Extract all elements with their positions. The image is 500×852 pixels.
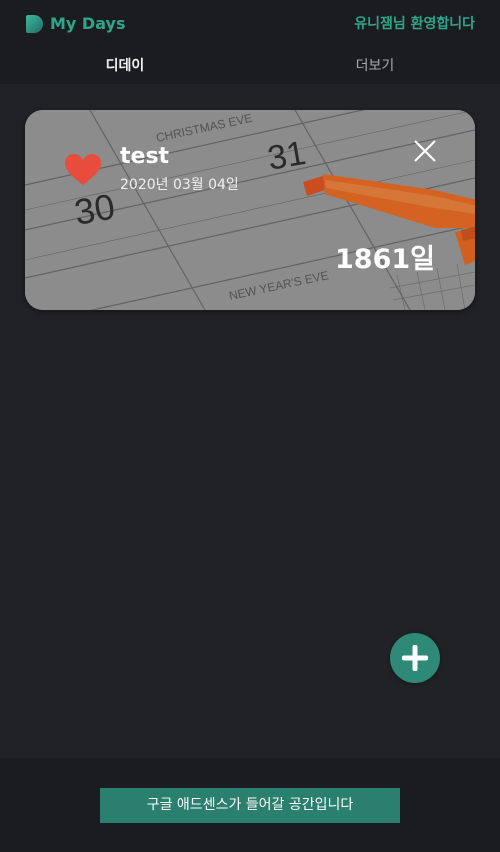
dday-card[interactable]: CHRISTMAS EVE NEW YEAR'S EVE 30 31 test …	[25, 110, 475, 310]
app-root: My Days 유니잼님 환영합니다 디데이 더보기 CHRISTMAS EVE…	[0, 0, 500, 852]
plus-icon	[402, 645, 428, 671]
tab-dday[interactable]: 디데이	[0, 56, 250, 76]
dday-title: test	[120, 144, 170, 169]
footer: 구글 애드센스가 들어갈 공간입니다	[0, 758, 500, 852]
ad-banner[interactable]: 구글 애드센스가 들어갈 공간입니다	[100, 788, 400, 823]
logo[interactable]: My Days	[26, 14, 125, 34]
close-icon[interactable]	[414, 140, 436, 162]
logo-icon	[26, 15, 43, 33]
header: My Days 유니잼님 환영합니다 디데이 더보기	[0, 0, 500, 84]
dday-count: 1861일	[335, 244, 435, 275]
dday-date: 2020년 03월 04일	[120, 177, 239, 193]
logo-text: My Days	[50, 14, 126, 33]
card-shade	[25, 110, 475, 310]
add-dday-button[interactable]	[390, 633, 440, 683]
tab-bar: 디데이 더보기	[0, 52, 500, 84]
welcome-message: 유니잼님 환영합니다	[354, 16, 475, 32]
heart-icon[interactable]	[65, 154, 101, 186]
tab-more[interactable]: 더보기	[250, 56, 500, 76]
